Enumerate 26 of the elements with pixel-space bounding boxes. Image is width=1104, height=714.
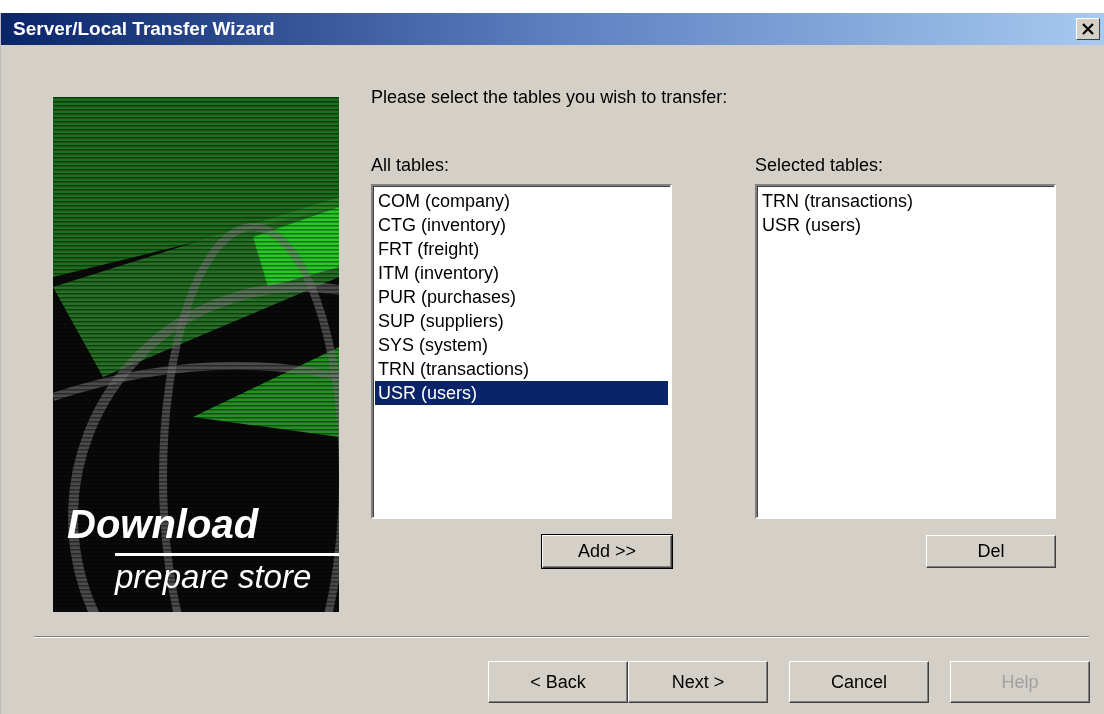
banner-title: Download [67,502,260,547]
list-item[interactable]: FRT (freight) [375,237,668,261]
banner-subtitle: prepare store [115,558,313,596]
list-item[interactable]: COM (company) [375,189,668,213]
list-label: Selected tables: [755,155,885,176]
list-item[interactable]: USR (users) [759,213,1052,237]
table-list[interactable]: COM (company) CTG (inventory) FRT (freight) ITM (inventory) PUR (purchases) SUP (suppliers) SYS (system) TRN (transactions) USR (users) [371,184,672,519]
list-item[interactable]: SYS (system) [375,333,668,357]
delete-button[interactable]: Del [926,535,1056,568]
list-item[interactable]: USR (users) [375,381,668,405]
wizard-button[interactable]: Next > [628,661,768,703]
instruction-text: Please select the tables you wish to transfer: [371,87,729,108]
list-item[interactable]: ITM (inventory) [375,261,668,285]
table-list[interactable]: TRN (transactions) USR (users) [755,184,1056,519]
list-item[interactable]: TRN (transactions) [375,357,668,381]
wizard-button[interactable]: < Back [488,661,628,703]
list-label: All tables: [371,155,451,176]
wizard-button[interactable]: Cancel [789,661,929,703]
window-title: Server/Local Transfer Wizard [13,18,275,40]
list-item[interactable]: SUP (suppliers) [375,309,668,333]
list-item[interactable]: CTG (inventory) [375,213,668,237]
close-icon [1081,23,1095,35]
list-item[interactable]: PUR (purchases) [375,285,668,309]
close-button[interactable] [1076,18,1100,40]
list-item[interactable]: TRN (transactions) [759,189,1052,213]
add-button[interactable]: Add >> [542,535,672,568]
